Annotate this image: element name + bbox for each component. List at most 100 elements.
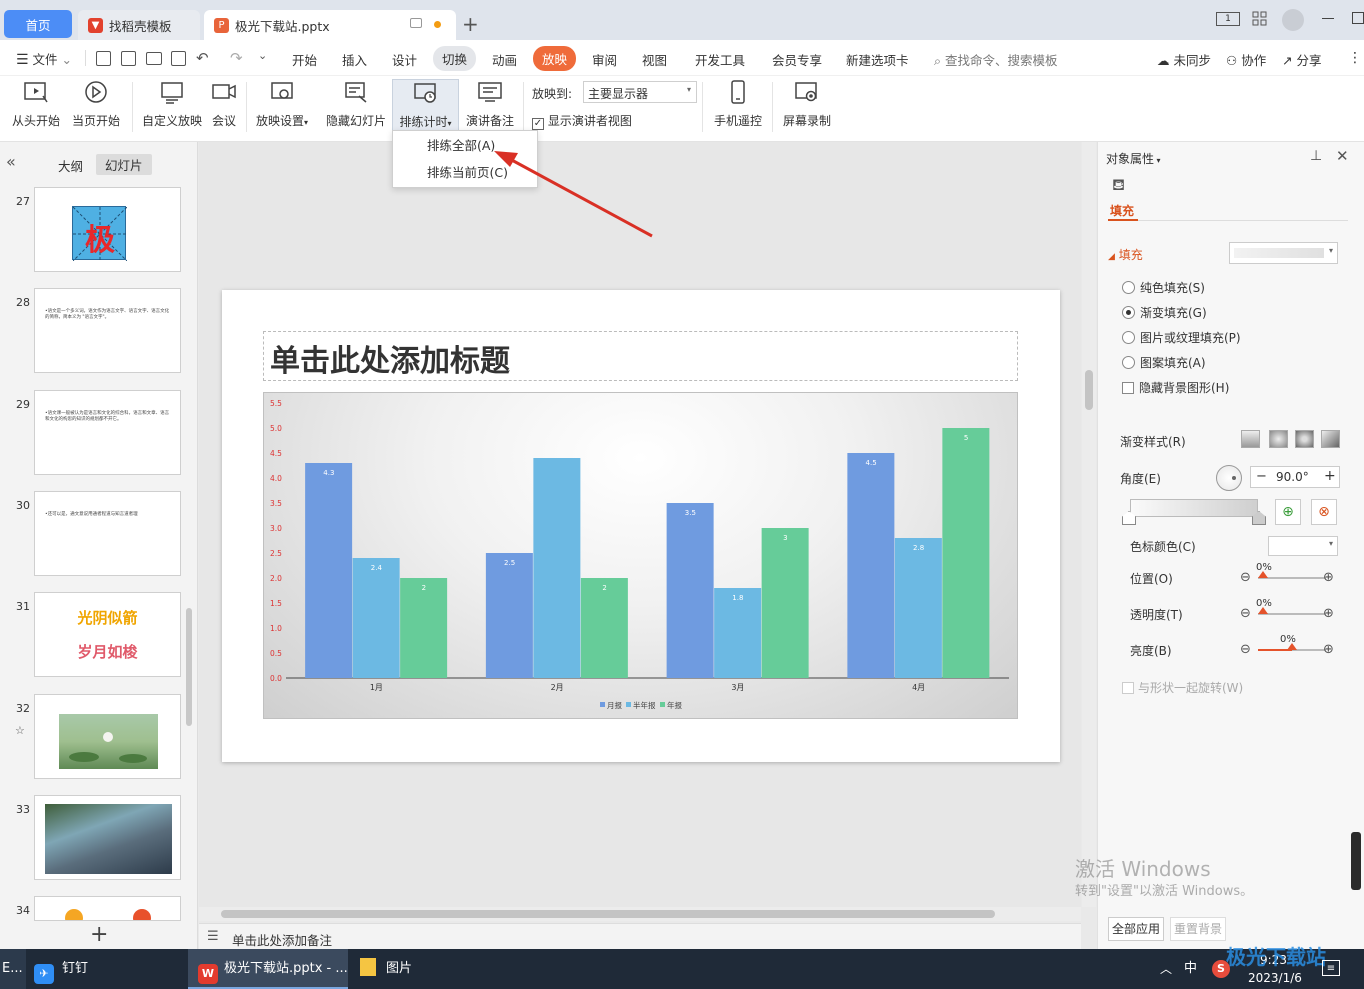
apply-all-button[interactable]: 全部应用 bbox=[1108, 917, 1164, 941]
slide-thumbnail[interactable]: •还可以是，通文意说用通者程道与知言道者理 bbox=[34, 491, 181, 576]
panel-header[interactable]: 对象属性 ▾ bbox=[1106, 150, 1161, 167]
slide-thumbnail[interactable] bbox=[34, 896, 181, 921]
pin-icon[interactable]: ⊥ bbox=[1310, 148, 1322, 164]
menu-review[interactable]: 审阅 bbox=[592, 50, 617, 69]
quick-access-more-icon[interactable]: ⌄ bbox=[258, 49, 267, 62]
menu-start[interactable]: 开始 bbox=[292, 50, 317, 69]
meeting-button[interactable]: 会议 bbox=[211, 80, 237, 129]
hide-background-checkbox[interactable]: 隐藏背景图形(H) bbox=[1122, 379, 1229, 396]
tray-expand-icon[interactable]: ︿ bbox=[1160, 949, 1172, 989]
menu-transition[interactable]: 切换 bbox=[433, 46, 477, 71]
minus-icon[interactable]: − bbox=[1256, 469, 1267, 484]
angle-stepper[interactable]: − 90.0° + bbox=[1250, 466, 1340, 488]
paint-bucket-icon[interactable]: ⛾ bbox=[1112, 175, 1125, 196]
play-from-start-button[interactable]: 从头开始 bbox=[12, 80, 60, 129]
position-minus-icon[interactable]: ⊖ bbox=[1240, 570, 1251, 585]
canvas-horizontal-scrollbar[interactable] bbox=[199, 907, 1081, 921]
add-slide-button[interactable]: + bbox=[90, 922, 108, 947]
fill-preset-select[interactable]: ▾ bbox=[1229, 242, 1338, 264]
transparency-slider[interactable] bbox=[1258, 607, 1326, 615]
new-tab-button[interactable]: + bbox=[462, 12, 479, 36]
title-placeholder[interactable]: 单击此处添加标题 bbox=[263, 331, 1018, 381]
brightness-slider[interactable] bbox=[1258, 643, 1326, 651]
menu-new-tab[interactable]: 新建选项卡 bbox=[846, 50, 909, 69]
rect-gradient-style-icon[interactable] bbox=[1295, 430, 1314, 448]
save-icon[interactable] bbox=[96, 51, 111, 66]
share-button[interactable]: ↗ 分享 bbox=[1282, 50, 1321, 69]
command-search[interactable]: ⌕ 查找命令、搜索模板 bbox=[934, 50, 1058, 69]
menu-view[interactable]: 视图 bbox=[642, 50, 667, 69]
chart-object[interactable]: 0.0 0.5 1.0 1.5 2.0 2.5 3.0 3.5 4.0 4.5 5.0 5.5 4.3 2… bbox=[263, 392, 1018, 719]
hide-slide-button[interactable]: 隐藏幻灯片 bbox=[326, 80, 386, 129]
presenter-view-checkbox[interactable]: ✓ 显示演讲者视图 bbox=[532, 112, 632, 130]
scroll-thumb[interactable] bbox=[1085, 370, 1093, 410]
screen-record-button[interactable]: 屏幕录制 bbox=[783, 80, 831, 129]
avatar[interactable] bbox=[1282, 9, 1304, 31]
current-slide[interactable]: 单击此处添加标题 0.0 0.5 1.0 1.5 2.0 2.5 3.0 3.5 4.0 4.5 5… bbox=[222, 290, 1060, 762]
side-widget[interactable] bbox=[1351, 832, 1361, 890]
linear-gradient-style-icon[interactable] bbox=[1241, 430, 1260, 448]
notification-icon[interactable]: ≡ bbox=[1322, 960, 1340, 976]
collaborate-button[interactable]: ⚇ 协作 bbox=[1226, 50, 1266, 69]
taskbar-app-dingtalk[interactable]: ✈ 钉钉 bbox=[34, 949, 184, 989]
speaker-notes-button[interactable]: 演讲备注 bbox=[466, 80, 514, 129]
maximize-icon[interactable] bbox=[1352, 12, 1364, 24]
redo-icon[interactable]: ↷ bbox=[230, 49, 243, 67]
show-to-select[interactable]: 主要显示器 ▾ bbox=[583, 81, 697, 103]
add-stop-icon[interactable]: ⊕ bbox=[1275, 499, 1301, 525]
stop-color-select[interactable]: ▾ bbox=[1268, 536, 1338, 556]
taskbar-edge[interactable]: E... bbox=[0, 949, 26, 989]
menu-member[interactable]: 会员专享 bbox=[772, 50, 822, 69]
slide-thumbnail[interactable]: 光阴似箭 岁月如梭 bbox=[34, 592, 181, 677]
reset-background-button[interactable]: 重置背景 bbox=[1170, 917, 1226, 941]
notes-bar[interactable]: ☰ 单击此处添加备注 bbox=[199, 923, 1081, 949]
export-pdf-icon[interactable] bbox=[121, 51, 136, 66]
sync-status[interactable]: ☁ 未同步 bbox=[1157, 50, 1211, 69]
slide-thumbnail[interactable] bbox=[34, 694, 181, 779]
monitor-icon[interactable] bbox=[410, 18, 422, 28]
more-icon[interactable]: ⋮ bbox=[1348, 50, 1362, 66]
undo-icon[interactable]: ↶ bbox=[196, 49, 209, 67]
tab-document[interactable]: P 极光下载站.pptx bbox=[204, 10, 456, 40]
thumbnail-scrollbar[interactable] bbox=[186, 608, 192, 726]
gradient-fill-radio[interactable]: 渐变填充(G) bbox=[1122, 304, 1207, 321]
collapse-panel-icon[interactable]: « bbox=[6, 152, 16, 171]
print-icon[interactable] bbox=[146, 52, 162, 65]
menu-insert[interactable]: 插入 bbox=[342, 50, 367, 69]
transparency-plus-icon[interactable]: ⊕ bbox=[1323, 606, 1334, 621]
taskbar-app-wps[interactable]: W 极光下载站.pptx - ... bbox=[188, 949, 348, 989]
page-count-icon[interactable]: 1 bbox=[1216, 12, 1240, 26]
pattern-fill-radio[interactable]: 图案填充(A) bbox=[1122, 354, 1206, 371]
brightness-plus-icon[interactable]: ⊕ bbox=[1323, 642, 1334, 657]
plus-icon[interactable]: + bbox=[1324, 468, 1336, 484]
tab-outline[interactable]: 大纲 bbox=[58, 156, 83, 175]
menu-animation[interactable]: 动画 bbox=[492, 50, 517, 69]
slide-thumbnail[interactable]: •语文是一个多义词，语文作为语言文字、语言文字、语言文化的简称，简本义为 "语言… bbox=[34, 288, 181, 373]
file-menu[interactable]: ☰ 文件 ⌄ bbox=[16, 49, 72, 68]
picture-fill-radio[interactable]: 图片或纹理填充(P) bbox=[1122, 329, 1241, 346]
slide-thumbnail[interactable]: 极 bbox=[34, 187, 181, 272]
play-from-current-button[interactable]: 当页开始 bbox=[72, 80, 120, 129]
print-preview-icon[interactable] bbox=[171, 51, 186, 66]
taskbar-app-pictures[interactable]: 图片 bbox=[356, 949, 506, 989]
tab-fill[interactable]: 填充 bbox=[1110, 202, 1134, 219]
position-slider[interactable] bbox=[1258, 571, 1326, 579]
path-gradient-style-icon[interactable] bbox=[1321, 430, 1340, 448]
tab-slides[interactable]: 幻灯片 bbox=[96, 154, 152, 175]
radial-gradient-style-icon[interactable] bbox=[1269, 430, 1288, 448]
tab-template[interactable]: ▼ 找稻壳模板 bbox=[78, 10, 200, 40]
remove-stop-icon[interactable]: ⊗ bbox=[1311, 499, 1337, 525]
slide-thumbnail[interactable]: •语文课一般被认为是语言和文化的综合科，语言和文章、语言和文化的构思的知识的规划… bbox=[34, 390, 181, 475]
rehearse-timing-button[interactable]: 排练计时▾ bbox=[392, 79, 459, 131]
solid-fill-radio[interactable]: 纯色填充(S) bbox=[1122, 279, 1205, 296]
grid-apps-icon[interactable] bbox=[1252, 11, 1268, 27]
scroll-thumb[interactable] bbox=[221, 910, 995, 918]
ime-indicator[interactable]: 中 bbox=[1184, 949, 1197, 989]
angle-dial[interactable] bbox=[1216, 465, 1242, 491]
rotate-with-shape-checkbox[interactable]: 与形状一起旋转(W) bbox=[1122, 679, 1243, 696]
show-settings-button[interactable]: 放映设置▾ bbox=[256, 80, 308, 129]
tab-home[interactable]: 首页 bbox=[4, 10, 72, 38]
custom-show-button[interactable]: 自定义放映 bbox=[142, 80, 202, 129]
slide-thumbnail[interactable] bbox=[34, 795, 181, 880]
menu-slideshow[interactable]: 放映 bbox=[533, 46, 577, 71]
